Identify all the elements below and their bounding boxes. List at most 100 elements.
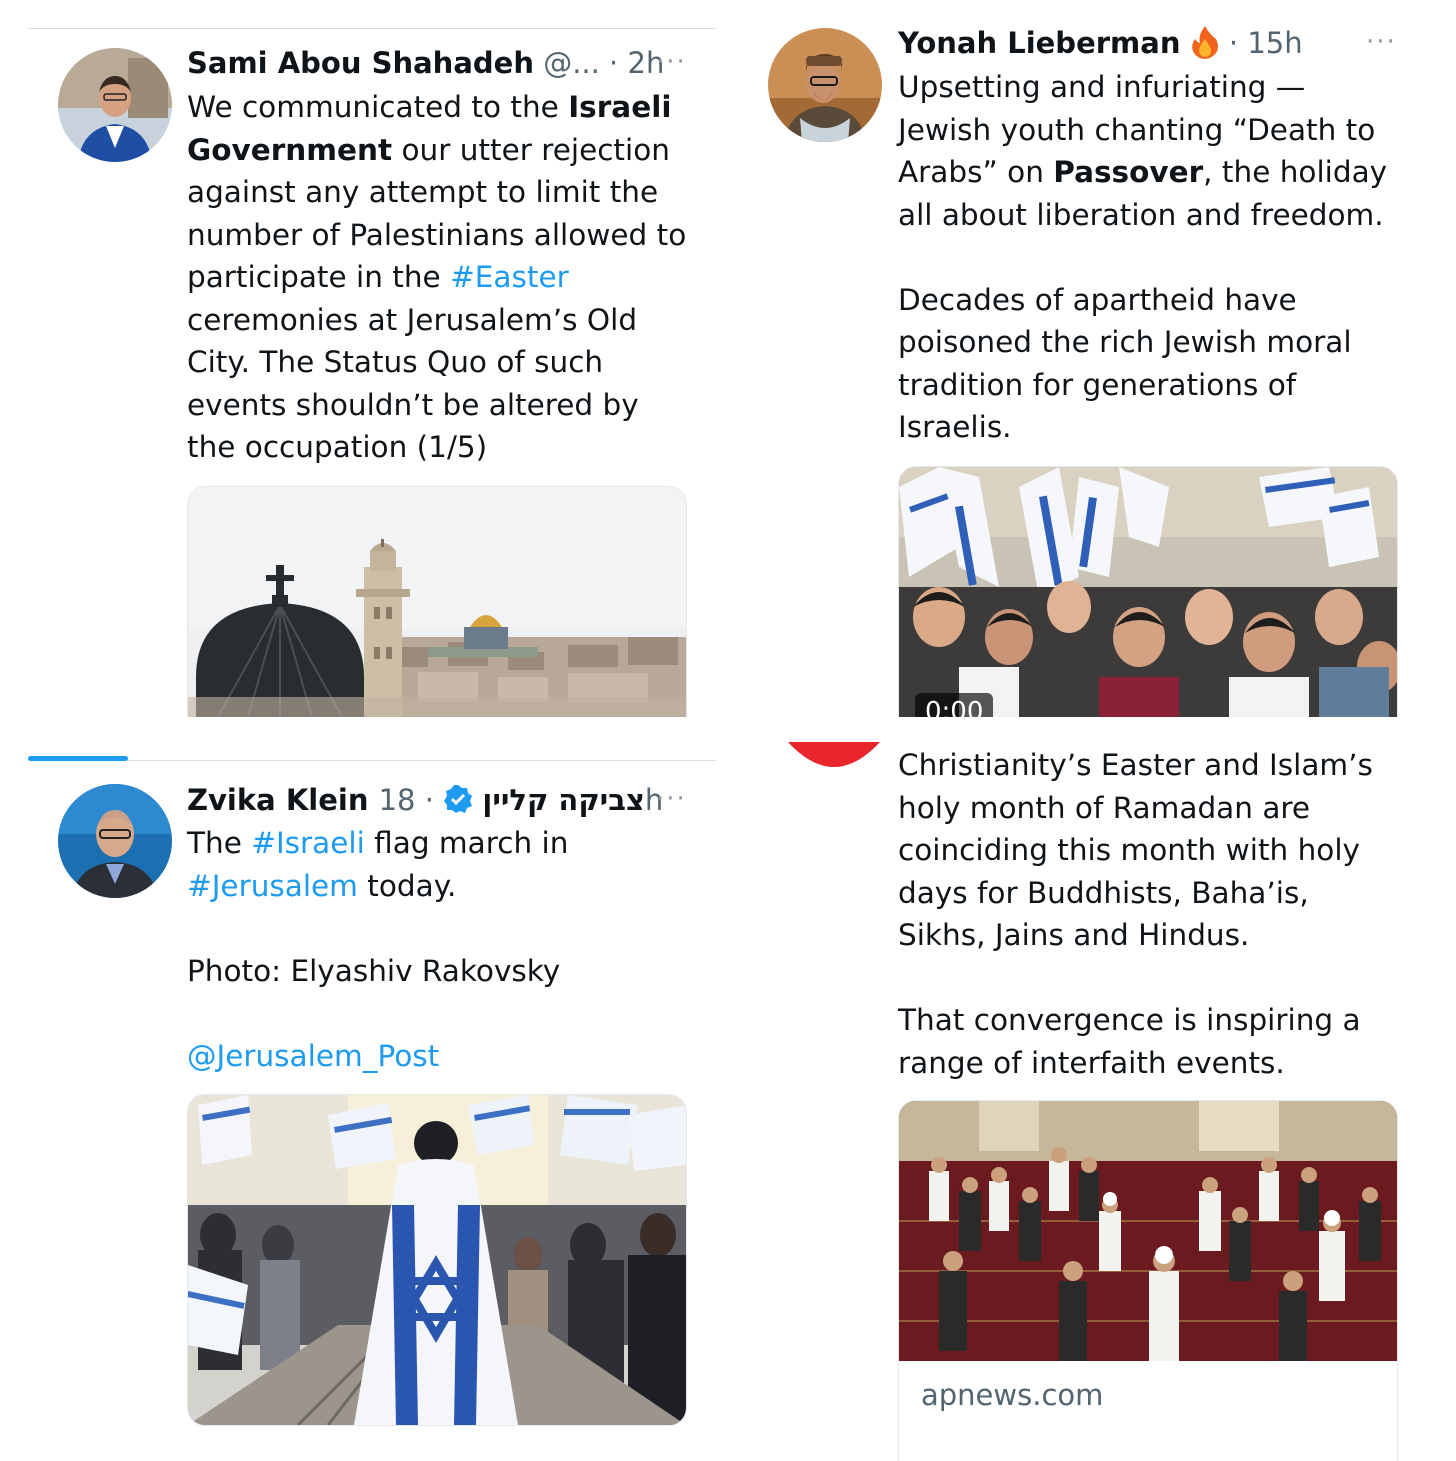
text-span: , the holiday [1203,155,1388,189]
tweet-media-image[interactable] [187,1094,687,1426]
text-span: range of interfaith events. [898,1045,1285,1080]
tweet-text-line: tradition for generations of [898,364,1387,407]
tweet-sami[interactable]: Sami Abou Shahadeh @... · 2h ··· We comm… [0,0,728,730]
text-span: That convergence is inspiring a [898,1003,1361,1037]
more-options-icon[interactable]: ··· [1366,29,1397,55]
tweet-text-line: Sikhs, Jains and Hindus. [898,914,1373,957]
avatar-sami[interactable] [58,48,172,162]
card-domain[interactable]: apnews.com [921,1375,1103,1415]
tweet-text-line: Photo: Elyashiv Rakovsky [187,950,568,993]
author-handle[interactable]: @... [543,46,600,80]
text-span: our utter rejection [392,132,670,167]
verified-badge-icon [443,784,473,824]
text-span: the occupation (1/5) [187,430,488,464]
hashtag-link[interactable]: #Jerusalem [187,869,358,903]
hashtag-link[interactable]: #Israeli [251,826,365,860]
tweet-text-line: City. The Status Quo of such [187,341,686,384]
text-span: ceremonies at Jerusalem’s Old [187,302,638,337]
text-span: days for Buddhists, Baha’is, [898,875,1309,910]
tweet-text-line: Christianity’s Easter and Islam’s [898,744,1373,787]
tweet-text-line [187,907,568,950]
text-span: We communicated to the [187,90,569,124]
text-span: all about liberation and freedom. [898,197,1384,232]
tweet-text-line: participate in the #Easter [187,256,686,299]
tweet-text-line: poisoned the rich Jewish moral [898,321,1387,364]
text-span: Arabs” on [898,155,1054,189]
tweet-text-line: Decades of apartheid have [898,279,1387,322]
tweet-text-line: We communicated to the Israeli [187,86,686,129]
tweet-text-line: That convergence is inspiring a [898,999,1373,1042]
tab-indicator [28,756,128,761]
tweet-text-line: days for Buddhists, Baha’is, [898,872,1373,915]
hashtag-link[interactable]: @Jerusalem_Post [187,1039,439,1073]
tweet-body: Upsetting and infuriating — Jewish youth … [898,66,1387,449]
more-options-icon[interactable]: ··· [656,49,687,75]
tweet-yonah[interactable]: Yonah Lieberman · 15h ··· Upsetting and … [728,0,1456,730]
tweet-interfaith[interactable]: Christianity’s Easter and Islam’s holy mo… [728,674,1456,1461]
text-span: Photo: Elyashiv Rakovsky [187,953,561,988]
text-span: City. The Status Quo of such [187,345,604,379]
text-span: The [187,826,252,860]
tweet-media-image[interactable] [187,486,687,717]
text-span: coinciding this month with holy [898,833,1360,867]
bold-text: Israeli [568,90,672,124]
video-timestamp: 0:00 [915,693,994,717]
tweet-text-line: holy month of Ramadan are [898,787,1373,830]
text-span: tradition for generations of [898,367,1297,402]
avatar-yonah[interactable] [768,28,882,142]
tweet-text-line [898,957,1373,1000]
tweet-header-sami: Sami Abou Shahadeh @... · 2h [187,46,665,80]
tweet-body: We communicated to the Israeli Government… [187,86,686,469]
tweet-text-line: ceremonies at Jerusalem’s Old [187,299,686,342]
text-span: today. [357,868,457,903]
tweet-text-line: against any attempt to limit the [187,171,686,214]
text-span: holy month of Ramadan are [898,790,1311,825]
tweet-text-line: Jewish youth chanting “Death to [898,109,1387,152]
tweet-text-line [187,992,568,1035]
bold-text: Government [187,132,393,167]
avatar-zvika[interactable] [58,784,172,898]
hashtag-link[interactable]: #Easter [450,260,569,294]
text-span: Upsetting and infuriating — [898,70,1306,104]
text-span: against any attempt to limit the [187,175,659,209]
tweet-text-line: @Jerusalem_Post [187,1035,568,1078]
link-card[interactable]: apnews.com [898,1100,1398,1461]
tweet-zvika[interactable]: Zvika Klein צביקה קליין · 18h ··· The #I… [0,762,728,1456]
tweet-text-line: Israelis. [898,406,1387,449]
author-name[interactable]: Sami Abou Shahadeh [187,46,534,80]
text-span: Christianity’s Easter and Islam’s [898,748,1373,782]
tweet-body: The #Israeli flag march in #Jerusalem tod… [187,822,568,1077]
text-span: Israelis. [898,410,1012,444]
tweet-text-line: Government our utter rejection [187,129,686,172]
tweet-text-line: range of interfaith events. [898,1042,1373,1085]
tweet-media-video[interactable]: 0:00 [898,466,1398,717]
tweet-text-line: The #Israeli flag march in [187,822,568,865]
avatar-cropped[interactable] [784,674,884,774]
tweet-text-line [898,236,1387,279]
bold-text: Passover [1053,155,1204,189]
tweet-text-line: number of Palestinians allowed to [187,214,686,257]
text-span: number of Palestinians allowed to [187,217,687,252]
text-span: poisoned the rich Jewish moral [898,325,1352,359]
tweet-header-yonah: Yonah Lieberman · 15h [898,23,1303,69]
tweet-body: Christianity’s Easter and Islam’s holy mo… [898,744,1373,1084]
text-span: Sikhs, Jains and Hindus. [898,918,1250,952]
tweet-text-line: Upsetting and infuriating — [898,66,1387,109]
tweet-text-line: Arabs” on Passover, the holiday [898,151,1387,194]
tweet-header-zvika: Zvika Klein צביקה קליין · 18h [187,780,663,824]
tweet-text-line: all about liberation and freedom. [898,194,1387,237]
mid-divider-left [28,760,716,761]
text-span: flag march in [364,826,569,860]
fire-emoji-icon [1190,25,1220,69]
text-span: Jewish youth chanting “Death to [898,112,1376,147]
author-name[interactable]: Yonah Lieberman [898,26,1180,60]
more-options-icon[interactable]: ··· [656,786,687,812]
tweet-text-line: coinciding this month with holy [898,829,1373,872]
text-span: events shouldn’t be altered by [187,387,639,422]
tweet-text-line: #Jerusalem today. [187,865,568,908]
text-span: participate in the [187,260,451,294]
tweet-timestamp[interactable]: 15h [1247,26,1302,60]
tweet-text-line: events shouldn’t be altered by [187,384,686,427]
text-span: Decades of apartheid have [898,282,1297,317]
tweet-text-line: the occupation (1/5) [187,426,686,469]
